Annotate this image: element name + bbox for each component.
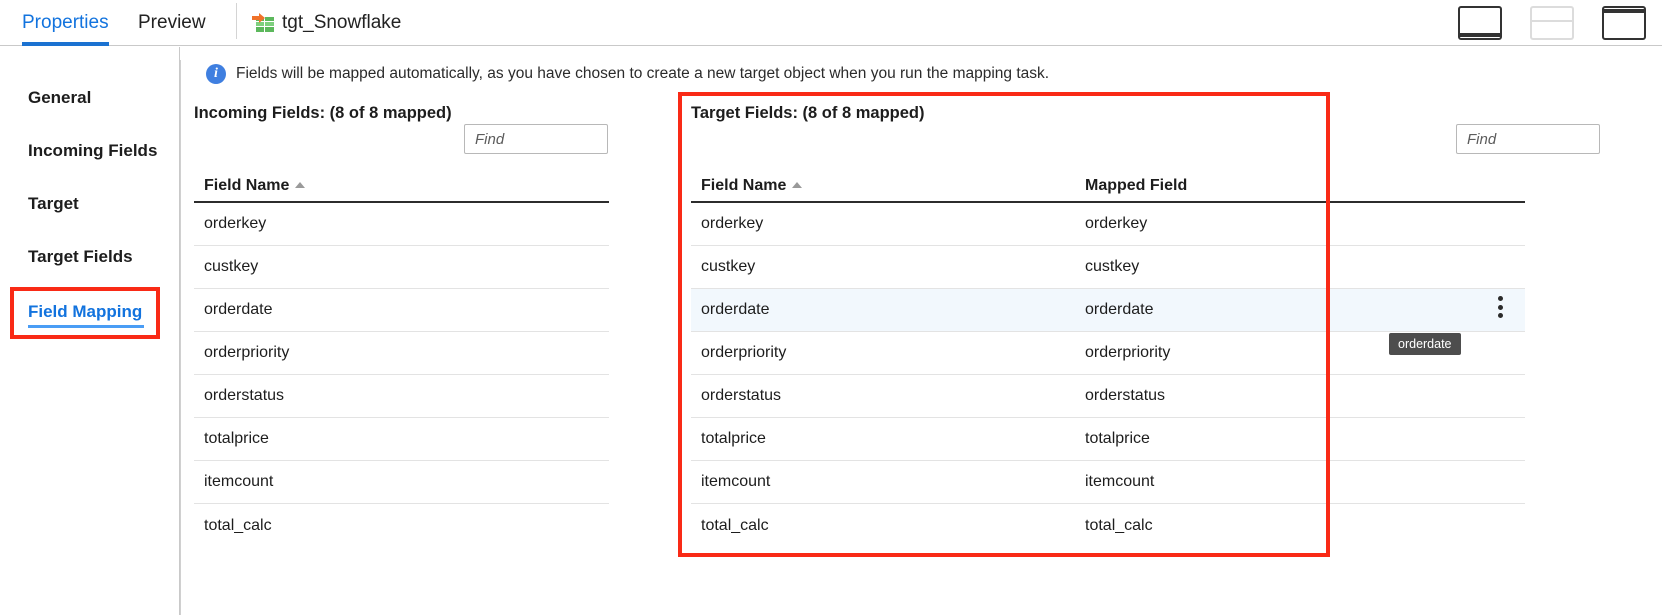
- target-fields-title: Target Fields: (8 of 8 mapped): [691, 104, 925, 122]
- sidebar-item-general-label: General: [28, 88, 92, 107]
- incoming-fields-rows: orderkey custkey orderdate orderpriority…: [194, 203, 609, 547]
- target-column-field-name-label: Field Name: [701, 177, 787, 194]
- table-row[interactable]: orderstatus: [194, 375, 609, 418]
- tab-separator: [236, 3, 237, 39]
- target-field-name: totalprice: [701, 430, 766, 447]
- target-mapped-field: totalprice: [1085, 430, 1150, 447]
- target-column-mapped-field-label: Mapped Field: [1085, 177, 1188, 194]
- target-find-input[interactable]: Find: [1456, 124, 1600, 154]
- table-row[interactable]: orderkey orderkey: [691, 203, 1525, 246]
- incoming-fields-title: Incoming Fields: (8 of 8 mapped): [194, 104, 452, 122]
- target-field-name: orderpriority: [701, 344, 787, 361]
- incoming-find-input[interactable]: Find: [464, 124, 608, 154]
- sidebar-item-target-label: Target: [28, 194, 79, 213]
- sidebar-item-target-fields[interactable]: Target Fields: [28, 247, 133, 267]
- info-banner-text: Fields will be mapped automatically, as …: [236, 65, 1050, 82]
- info-banner: i Fields will be mapped automatically, a…: [206, 60, 1049, 88]
- incoming-table-header: Field Name: [194, 167, 609, 203]
- incoming-field-name: orderdate: [204, 301, 273, 318]
- sidebar-item-target-fields-label: Target Fields: [28, 247, 133, 266]
- row-tooltip: orderdate: [1389, 333, 1461, 355]
- incoming-field-name: orderstatus: [204, 387, 285, 404]
- target-mapped-field: orderdate: [1085, 301, 1154, 318]
- incoming-column-field-name[interactable]: Field Name: [204, 177, 306, 195]
- sidebar-item-incoming-fields[interactable]: Incoming Fields: [28, 141, 157, 161]
- tab-tgt-snowflake-label: tgt_Snowflake: [282, 12, 402, 33]
- kebab-menu-icon[interactable]: [1492, 296, 1508, 318]
- target-mapped-field: orderkey: [1085, 215, 1148, 232]
- tab-preview-label: Preview: [138, 12, 206, 33]
- tab-properties[interactable]: Properties: [22, 0, 109, 46]
- incoming-field-name: orderkey: [204, 215, 267, 232]
- properties-sidebar: General Incoming Fields Target Target Fi…: [0, 47, 180, 615]
- table-row[interactable]: orderdate: [194, 289, 609, 332]
- target-field-name: orderkey: [701, 215, 764, 232]
- target-column-mapped-field[interactable]: Mapped Field: [1085, 177, 1187, 195]
- table-row[interactable]: custkey: [194, 246, 609, 289]
- sidebar-active-underline: [28, 325, 145, 328]
- tab-active-underline: [22, 42, 109, 46]
- tab-preview[interactable]: Preview: [138, 0, 206, 46]
- target-mapped-field: itemcount: [1085, 473, 1155, 490]
- panel-vertical-divider: [180, 60, 181, 615]
- table-row[interactable]: orderkey: [194, 203, 609, 246]
- table-row[interactable]: itemcount itemcount: [691, 461, 1525, 504]
- table-row[interactable]: total_calc: [194, 504, 609, 547]
- target-table-header: Field Name Mapped Field: [691, 167, 1525, 203]
- target-field-name: orderstatus: [701, 387, 782, 404]
- table-row[interactable]: orderstatus orderstatus: [691, 375, 1525, 418]
- table-row[interactable]: totalprice totalprice: [691, 418, 1525, 461]
- top-tab-bar: Properties Preview tgt_Snowflake: [0, 0, 1662, 46]
- tab-properties-label: Properties: [22, 12, 109, 33]
- table-row[interactable]: total_calc total_calc: [691, 504, 1525, 547]
- snowflake-target-table-icon: [252, 13, 274, 33]
- panel-split-icon[interactable]: [1530, 6, 1574, 40]
- panel-bottom-icon[interactable]: [1458, 6, 1502, 40]
- target-mapped-field: orderstatus: [1085, 387, 1166, 404]
- sidebar-item-field-mapping-label: Field Mapping: [28, 302, 143, 321]
- incoming-field-name: orderpriority: [204, 344, 290, 361]
- tab-tgt-snowflake[interactable]: tgt_Snowflake: [252, 0, 401, 46]
- sidebar-item-incoming-fields-label: Incoming Fields: [28, 141, 158, 160]
- incoming-field-name: total_calc: [204, 516, 272, 534]
- panel-top-icon[interactable]: [1602, 6, 1646, 40]
- table-row[interactable]: itemcount: [194, 461, 609, 504]
- info-icon: i: [206, 64, 226, 84]
- target-field-name: custkey: [701, 258, 756, 275]
- target-field-name: total_calc: [701, 516, 769, 534]
- incoming-field-name: itemcount: [204, 473, 274, 490]
- sidebar-item-field-mapping[interactable]: Field Mapping: [28, 302, 145, 328]
- incoming-field-name: totalprice: [204, 430, 269, 447]
- incoming-column-field-name-label: Field Name: [204, 177, 290, 194]
- incoming-field-name: custkey: [204, 258, 259, 275]
- panel-layout-buttons: [1458, 6, 1646, 40]
- table-row[interactable]: orderpriority: [194, 332, 609, 375]
- target-field-name: itemcount: [701, 473, 771, 490]
- table-row[interactable]: custkey custkey: [691, 246, 1525, 289]
- target-mapped-field: orderpriority: [1085, 344, 1171, 361]
- target-column-field-name[interactable]: Field Name: [701, 177, 803, 195]
- target-fields-rows: orderkey orderkey custkey custkey orderd…: [691, 203, 1525, 547]
- sort-ascending-icon: [792, 181, 803, 188]
- target-mapped-field: custkey: [1085, 258, 1140, 275]
- sidebar-item-general[interactable]: General: [28, 88, 91, 108]
- target-mapped-field: total_calc: [1085, 516, 1153, 534]
- sidebar-item-target[interactable]: Target: [28, 194, 79, 214]
- sort-ascending-icon: [295, 181, 306, 188]
- table-row[interactable]: totalprice: [194, 418, 609, 461]
- target-field-name: orderdate: [701, 301, 770, 318]
- table-row-selected[interactable]: orderdate orderdate: [691, 289, 1525, 332]
